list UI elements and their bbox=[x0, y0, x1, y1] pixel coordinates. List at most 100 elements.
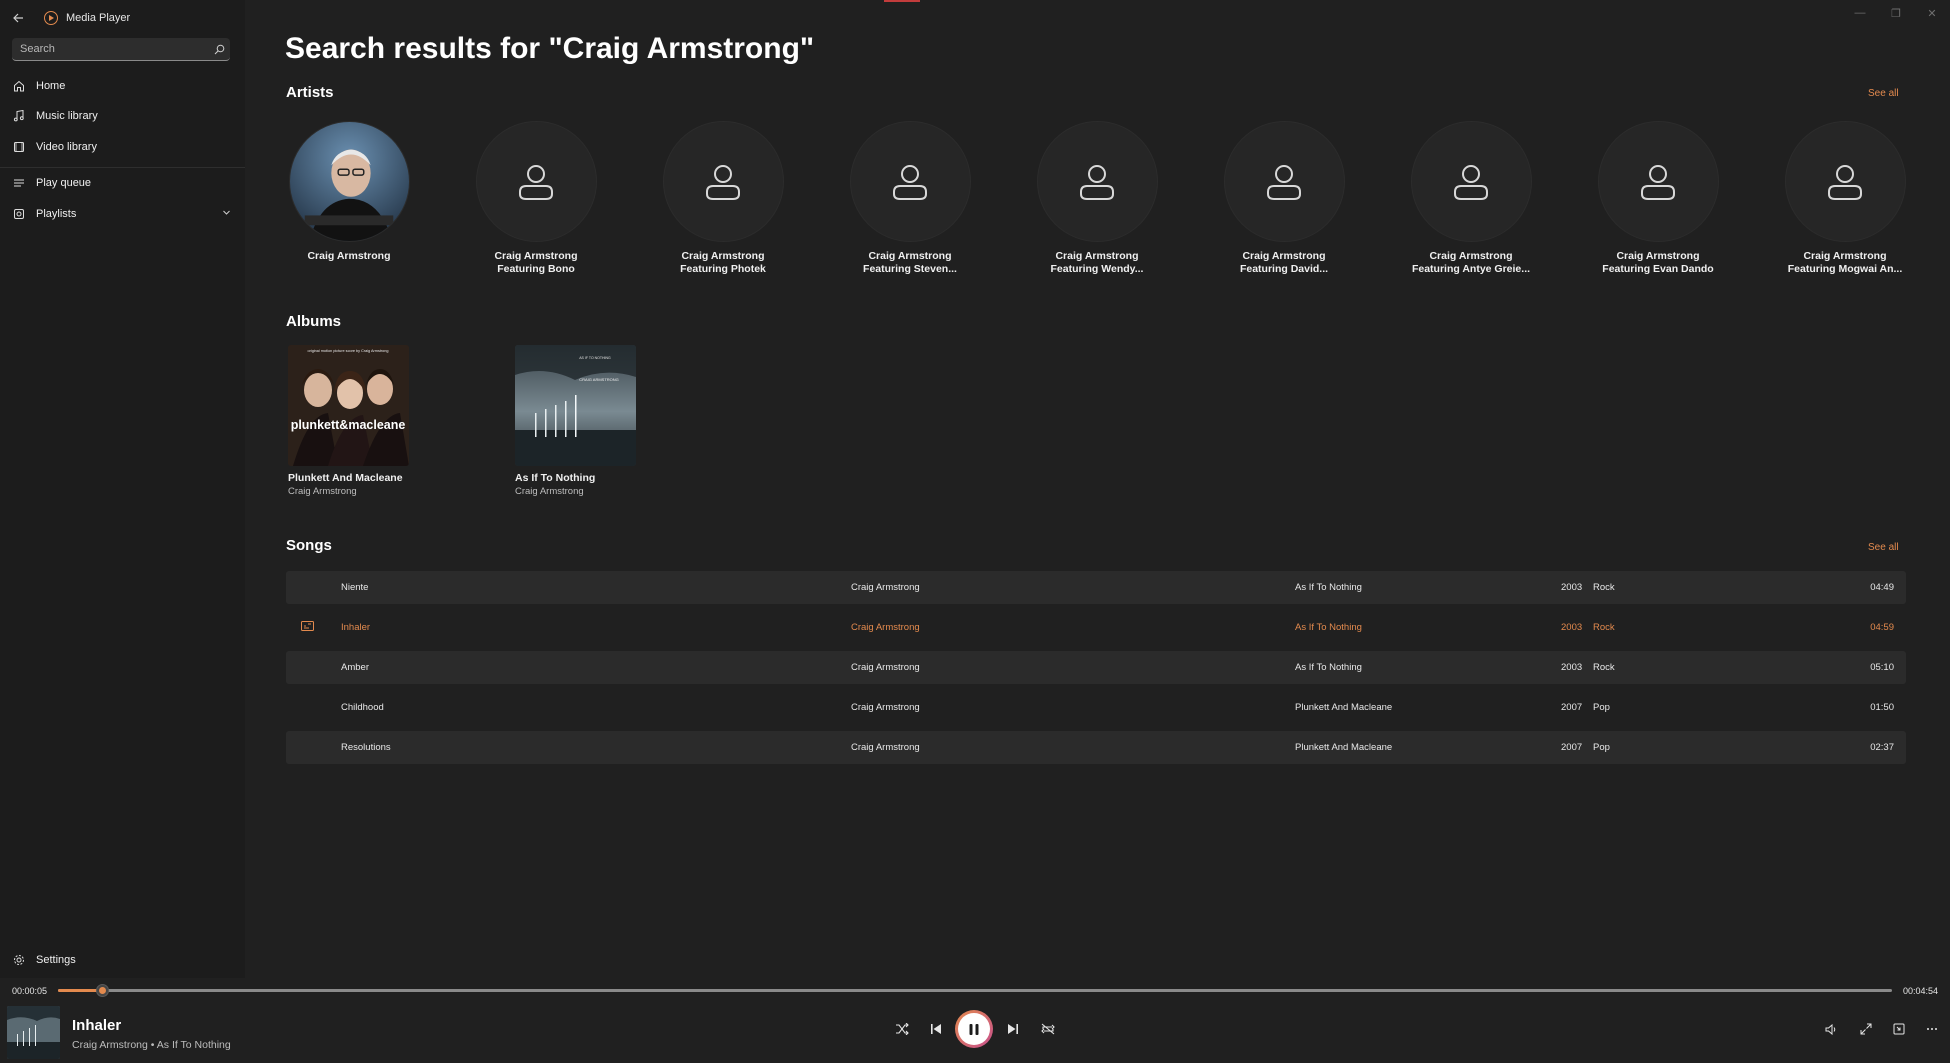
now-playing-subtitle[interactable]: Craig Armstrong • As If To Nothing bbox=[72, 1039, 231, 1051]
artist-card[interactable]: Craig Armstrong Featuring David... bbox=[1219, 121, 1349, 276]
song-title: Resolutions bbox=[341, 742, 391, 753]
nav-item-music-library[interactable]: Music library bbox=[0, 102, 245, 130]
artist-name: Craig Armstrong Featuring David... bbox=[1219, 250, 1349, 276]
artist-card[interactable]: Craig Armstrong Featuring Wendy... bbox=[1032, 121, 1162, 276]
song-genre[interactable]: Pop bbox=[1593, 702, 1610, 713]
songs-see-all-link[interactable]: See all bbox=[1868, 542, 1899, 553]
song-artist[interactable]: Craig Armstrong bbox=[851, 622, 920, 633]
sidebar: Media Player Home Music library Video li… bbox=[0, 0, 245, 978]
fullscreen-icon bbox=[1860, 1023, 1872, 1035]
song-artist[interactable]: Craig Armstrong bbox=[851, 742, 920, 753]
song-genre[interactable]: Rock bbox=[1593, 582, 1615, 593]
artist-name: Craig Armstrong Featuring Photek bbox=[658, 250, 788, 276]
minimize-icon[interactable]: — bbox=[1842, 0, 1878, 26]
close-icon[interactable]: ✕ bbox=[1914, 0, 1950, 26]
mini-player-icon bbox=[1893, 1023, 1905, 1035]
mini-player-button[interactable] bbox=[1884, 1014, 1914, 1044]
chevron-down-icon[interactable] bbox=[222, 208, 231, 220]
repeat-button[interactable] bbox=[1033, 1014, 1063, 1044]
album-cover: original motion picture score by Craig A… bbox=[288, 345, 409, 466]
artists-heading: Artists bbox=[286, 84, 334, 101]
now-playing-cover[interactable] bbox=[7, 1006, 60, 1059]
next-button[interactable] bbox=[998, 1014, 1028, 1044]
person-icon bbox=[1410, 121, 1532, 242]
song-title: Childhood bbox=[341, 702, 384, 713]
more-options-button[interactable] bbox=[1917, 1014, 1947, 1044]
search-box bbox=[12, 38, 230, 61]
song-genre[interactable]: Rock bbox=[1593, 662, 1615, 673]
song-row[interactable]: Amber Craig Armstrong As If To Nothing 2… bbox=[286, 651, 1906, 684]
album-title: As If To Nothing bbox=[515, 472, 596, 484]
now-playing-icon bbox=[301, 621, 314, 634]
artist-card[interactable]: Craig Armstrong Featuring Evan Dando bbox=[1593, 121, 1723, 276]
artist-card[interactable]: Craig Armstrong bbox=[284, 121, 414, 263]
artist-card[interactable]: Craig Armstrong Featuring Antye Greie... bbox=[1406, 121, 1536, 276]
artist-card[interactable]: Craig Armstrong Featuring Steven... bbox=[845, 121, 975, 276]
video-icon bbox=[12, 140, 26, 154]
song-title: Niente bbox=[341, 582, 369, 593]
song-row[interactable]: Niente Craig Armstrong As If To Nothing … bbox=[286, 571, 1906, 604]
search-input[interactable] bbox=[12, 43, 208, 55]
song-artist[interactable]: Craig Armstrong bbox=[851, 662, 920, 673]
person-icon bbox=[1223, 121, 1345, 242]
maximize-icon[interactable]: ❐ bbox=[1878, 0, 1914, 26]
title-bar-accent bbox=[884, 0, 920, 2]
album-title: Plunkett And Macleane bbox=[288, 472, 403, 484]
song-year: 2003 bbox=[1561, 622, 1583, 633]
song-album[interactable]: Plunkett And Macleane bbox=[1295, 702, 1392, 713]
artist-name: Craig Armstrong Featuring Steven... bbox=[845, 250, 975, 276]
song-album[interactable]: As If To Nothing bbox=[1295, 622, 1362, 633]
nav-item-play-queue[interactable]: Play queue bbox=[0, 169, 245, 197]
song-year: 2007 bbox=[1561, 702, 1583, 713]
artist-name-line1: Craig Armstrong bbox=[494, 250, 578, 262]
nav-item-video-library[interactable]: Video library bbox=[0, 133, 245, 161]
album-card[interactable]: original motion picture score by Craig A… bbox=[288, 345, 418, 497]
song-artist[interactable]: Craig Armstrong bbox=[851, 582, 920, 593]
song-genre[interactable]: Pop bbox=[1593, 742, 1610, 753]
nav-label-music-library: Music library bbox=[36, 110, 98, 122]
shuffle-button[interactable] bbox=[887, 1014, 917, 1044]
song-row[interactable]: Resolutions Craig Armstrong Plunkett And… bbox=[286, 731, 1906, 764]
album-card[interactable]: AS IF TO NOTHING CRAIG ARMSTRONG As If T… bbox=[515, 345, 645, 497]
song-row-now-playing[interactable]: Inhaler Craig Armstrong As If To Nothing… bbox=[286, 611, 1906, 644]
search-icon[interactable] bbox=[208, 38, 230, 60]
artists-see-all-link[interactable]: See all bbox=[1868, 88, 1899, 99]
song-album[interactable]: As If To Nothing bbox=[1295, 582, 1362, 593]
music-note-icon bbox=[12, 109, 26, 123]
play-pause-button[interactable] bbox=[955, 1010, 993, 1048]
song-row[interactable]: Childhood Craig Armstrong Plunkett And M… bbox=[286, 691, 1906, 724]
fullscreen-button[interactable] bbox=[1851, 1014, 1881, 1044]
back-button[interactable] bbox=[0, 0, 36, 36]
songs-heading: Songs bbox=[286, 537, 332, 554]
song-album[interactable]: Plunkett And Macleane bbox=[1295, 742, 1392, 753]
artist-card[interactable]: Craig Armstrong Featuring Mogwai An... bbox=[1780, 121, 1910, 276]
seek-bar-thumb[interactable] bbox=[96, 984, 110, 997]
playlist-icon bbox=[12, 207, 26, 221]
artist-name-line1: Craig Armstrong bbox=[868, 250, 952, 262]
artist-name-line2: Featuring Wendy... bbox=[1050, 263, 1144, 275]
artist-card[interactable]: Craig Armstrong Featuring Photek bbox=[658, 121, 788, 276]
song-duration: 04:49 bbox=[1870, 582, 1894, 593]
volume-icon bbox=[1825, 1023, 1836, 1035]
now-playing-title[interactable]: Inhaler bbox=[72, 1017, 121, 1034]
songs-list: Niente Craig Armstrong As If To Nothing … bbox=[286, 571, 1906, 771]
nav-item-playlists[interactable]: Playlists bbox=[0, 200, 245, 228]
volume-button[interactable] bbox=[1816, 1014, 1846, 1044]
song-artist[interactable]: Craig Armstrong bbox=[851, 702, 920, 713]
back-arrow-icon bbox=[13, 13, 23, 23]
seek-bar[interactable] bbox=[58, 984, 1892, 997]
nav-item-settings[interactable]: Settings bbox=[0, 946, 245, 974]
nav-divider bbox=[0, 167, 245, 168]
artist-name-line1: Craig Armstrong bbox=[1242, 250, 1326, 262]
previous-button[interactable] bbox=[921, 1014, 951, 1044]
nav-label-playlists: Playlists bbox=[36, 208, 77, 220]
song-genre[interactable]: Rock bbox=[1593, 622, 1615, 633]
player-bar: 00:00:05 00:04:54 Inhaler Craig Armstron… bbox=[0, 978, 1950, 1063]
artist-name: Craig Armstrong Featuring Bono bbox=[471, 250, 601, 276]
title-bar: Media Player bbox=[0, 0, 245, 36]
song-album[interactable]: As If To Nothing bbox=[1295, 662, 1362, 673]
nav-item-home[interactable]: Home bbox=[0, 72, 245, 100]
window-controls: — ❐ ✕ bbox=[1842, 0, 1950, 26]
artist-card[interactable]: Craig Armstrong Featuring Bono bbox=[471, 121, 601, 276]
artist-name: Craig Armstrong Featuring Antye Greie... bbox=[1406, 250, 1536, 276]
